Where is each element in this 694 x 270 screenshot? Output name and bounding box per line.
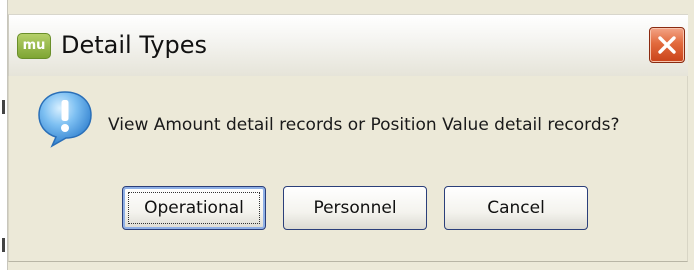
close-icon: [658, 36, 676, 54]
window-title: Detail Types: [61, 31, 207, 59]
app-logo-icon: mu: [17, 33, 51, 59]
close-button[interactable]: [649, 27, 685, 63]
edge-mark: [2, 100, 5, 114]
dialog-body: View Amount detail records or Position V…: [8, 76, 688, 262]
personnel-button-label: Personnel: [313, 198, 397, 218]
edge-mark: [2, 238, 5, 252]
operational-button[interactable]: Operational: [122, 186, 266, 230]
operational-button-label: Operational: [144, 198, 244, 218]
cancel-button-label: Cancel: [487, 198, 545, 218]
info-balloon-icon: [35, 88, 95, 154]
title-bar[interactable]: mu Detail Types: [8, 14, 688, 76]
background-window-edge: [0, 0, 8, 270]
dialog-message: View Amount detail records or Position V…: [108, 115, 620, 135]
detail-types-dialog: mu Detail Types View Amount detail recor…: [0, 0, 694, 270]
cancel-button[interactable]: Cancel: [444, 186, 588, 230]
personnel-button[interactable]: Personnel: [283, 186, 427, 230]
